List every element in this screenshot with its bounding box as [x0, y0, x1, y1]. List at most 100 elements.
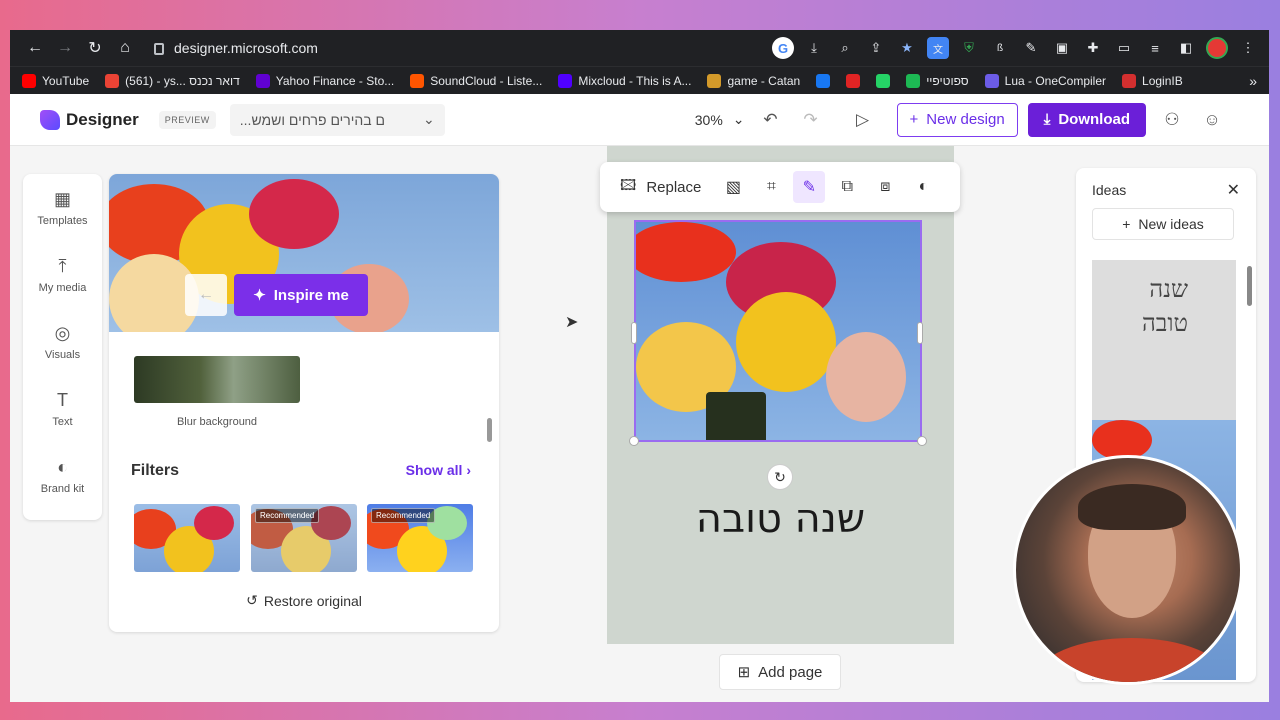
frame-icon[interactable]: ⧉ — [831, 171, 863, 203]
filter-thumbnail[interactable] — [134, 504, 240, 572]
account-icon[interactable]: ☺ — [1198, 106, 1226, 134]
forward-icon[interactable]: → — [50, 33, 80, 63]
restore-original-button[interactable]: ↺ Restore original — [109, 592, 499, 609]
new-design-button[interactable]: + New design — [896, 102, 1018, 137]
translate-icon[interactable]: 文 — [927, 37, 949, 59]
share-icon[interactable]: ⇪ — [865, 37, 887, 59]
bookmark-item[interactable]: Mixcloud - This is A... — [558, 73, 691, 88]
rail-item-templates[interactable]: ▦ Templates — [23, 174, 102, 241]
bookmark-item[interactable] — [876, 73, 891, 88]
plus-icon: + — [1122, 216, 1131, 232]
install-icon[interactable]: ⤓ — [803, 37, 825, 59]
recommended-badge: Recommended — [255, 508, 320, 523]
new-ideas-button[interactable]: + New ideas — [1092, 208, 1234, 240]
flower-shape — [736, 292, 836, 392]
inspire-label: Inspire me — [273, 286, 349, 304]
bookmark-item[interactable]: YouTube — [22, 73, 89, 88]
download-button[interactable]: ⤓ Download — [1027, 102, 1146, 137]
edit-icon[interactable]: ✎ — [1020, 37, 1042, 59]
extension-b-icon[interactable]: ß — [989, 37, 1011, 59]
show-all-label: Show all — [405, 462, 463, 478]
filter-thumbnail[interactable]: Recommended — [251, 504, 357, 572]
rail-item-my-media[interactable]: ⤒ My media — [23, 241, 102, 308]
home-icon[interactable]: ⌂ — [110, 33, 140, 63]
bookmark-item[interactable]: Lua - OneCompiler — [984, 73, 1106, 88]
bookmark-label: game - Catan — [727, 73, 801, 88]
profile-avatar[interactable] — [1206, 37, 1228, 59]
menu-kebab-icon[interactable]: ⋮ — [1237, 37, 1259, 59]
undo-icon[interactable]: ↶ — [757, 106, 785, 134]
star-icon[interactable]: ★ — [896, 37, 918, 59]
selected-photo[interactable] — [634, 220, 922, 442]
zoom-dropdown[interactable]: 30% ⌄ — [695, 111, 745, 128]
panel-scrollbar[interactable] — [487, 418, 492, 442]
bookmark-item[interactable]: SoundCloud - Liste... — [410, 73, 542, 88]
puzzle-icon[interactable]: ✚ — [1082, 37, 1104, 59]
designer-logo[interactable]: Designer — [40, 109, 139, 130]
reload-icon[interactable]: ↻ — [80, 33, 110, 63]
bookmark-favicon-icon — [846, 73, 861, 88]
bookmark-item[interactable]: (561) - ys... דואר נכנס — [105, 73, 240, 88]
background-removal-icon[interactable]: ▧ — [717, 171, 749, 203]
rail-item-visuals[interactable]: ◎ Visuals — [23, 308, 102, 375]
google-icon[interactable]: G — [772, 37, 794, 59]
bookmark-item[interactable]: Yahoo Finance - Sto... — [255, 73, 394, 88]
inspire-me-button[interactable]: ✦ Inspire me — [234, 274, 368, 316]
filter-thumbnail[interactable]: Recommended — [367, 504, 473, 572]
download-label: Download — [1058, 111, 1130, 128]
blur-background-thumbnail[interactable] — [134, 356, 300, 403]
show-all-link[interactable]: Show all › — [406, 462, 471, 478]
design-canvas[interactable]: ↻ שנה טובה — [607, 146, 954, 644]
play-icon[interactable]: ▷ — [849, 106, 877, 134]
add-page-button[interactable]: ⊞ Add page — [719, 654, 841, 690]
share-people-icon[interactable]: ⚇ — [1158, 106, 1186, 134]
address-bar[interactable]: designer.microsoft.com — [154, 40, 318, 56]
close-icon[interactable]: ✕ — [1227, 180, 1240, 200]
magic-edit-icon[interactable]: ✎ — [793, 171, 826, 203]
back-icon[interactable]: ← — [20, 33, 50, 63]
replace-button[interactable]: 🖾 Replace — [610, 175, 711, 200]
cast-icon[interactable]: ▭ — [1113, 37, 1135, 59]
redo-icon[interactable]: ↷ — [797, 106, 825, 134]
canvas-greeting-text[interactable]: שנה טובה — [607, 496, 954, 542]
adjust-contrast-icon[interactable]: ◐ — [907, 171, 939, 203]
add-page-icon: ⊞ — [737, 664, 751, 681]
bookmark-favicon-icon — [558, 73, 573, 88]
filters-heading: Filters — [131, 462, 180, 479]
resize-handle[interactable] — [631, 322, 637, 344]
panel-hero-image: ← ✦ Inspire me — [109, 174, 499, 332]
bookmark-item[interactable]: LoginIB — [1122, 73, 1183, 88]
add-page-label: Add page — [758, 663, 823, 681]
resize-handle[interactable] — [917, 322, 923, 344]
zoom-icon[interactable]: ⌕ — [834, 37, 856, 59]
chevron-down-icon: ⌄ — [423, 111, 435, 127]
ideas-scrollbar[interactable] — [1247, 266, 1252, 306]
design-title-dropdown[interactable]: ...ם בהירים פרחים ושמש ⌄ — [229, 103, 445, 136]
arrange-icon[interactable]: ⧈ — [869, 171, 901, 203]
lock-icon — [154, 43, 164, 55]
notes-icon[interactable]: ▣ — [1051, 37, 1073, 59]
sidepanel-icon[interactable]: ◧ — [1175, 37, 1197, 59]
rotate-handle-icon[interactable]: ↻ — [767, 464, 793, 490]
back-arrow-button[interactable]: ← — [185, 274, 227, 316]
bookmarks-overflow-icon[interactable]: » — [1249, 73, 1257, 89]
rail-item-brand-kit[interactable]: ◐ Brand kit — [23, 442, 102, 509]
edit-image-panel: ← ✦ Inspire me Blur background Filters S… — [109, 174, 499, 632]
app-name: Designer — [66, 109, 139, 129]
url-text: designer.microsoft.com — [174, 40, 318, 56]
bookmark-item[interactable]: ספוטיפיי — [906, 73, 969, 88]
bookmark-favicon-icon — [816, 73, 831, 88]
queue-icon[interactable]: ≡ — [1144, 37, 1166, 59]
shield-icon[interactable]: ⛨ — [958, 37, 980, 59]
resize-handle[interactable] — [629, 436, 639, 446]
flower-shape — [249, 179, 339, 249]
bookmark-item[interactable] — [816, 73, 831, 88]
resize-handle[interactable] — [917, 436, 927, 446]
bookmark-item[interactable] — [846, 73, 861, 88]
crop-icon[interactable]: ⌗ — [755, 171, 787, 203]
restore-icon: ↺ — [246, 592, 258, 608]
bookmark-label: ספוטיפיי — [926, 73, 969, 88]
rail-item-text[interactable]: T Text — [23, 375, 102, 442]
bookmark-item[interactable]: game - Catan — [707, 73, 801, 88]
image-icon: 🖾 — [620, 176, 637, 194]
